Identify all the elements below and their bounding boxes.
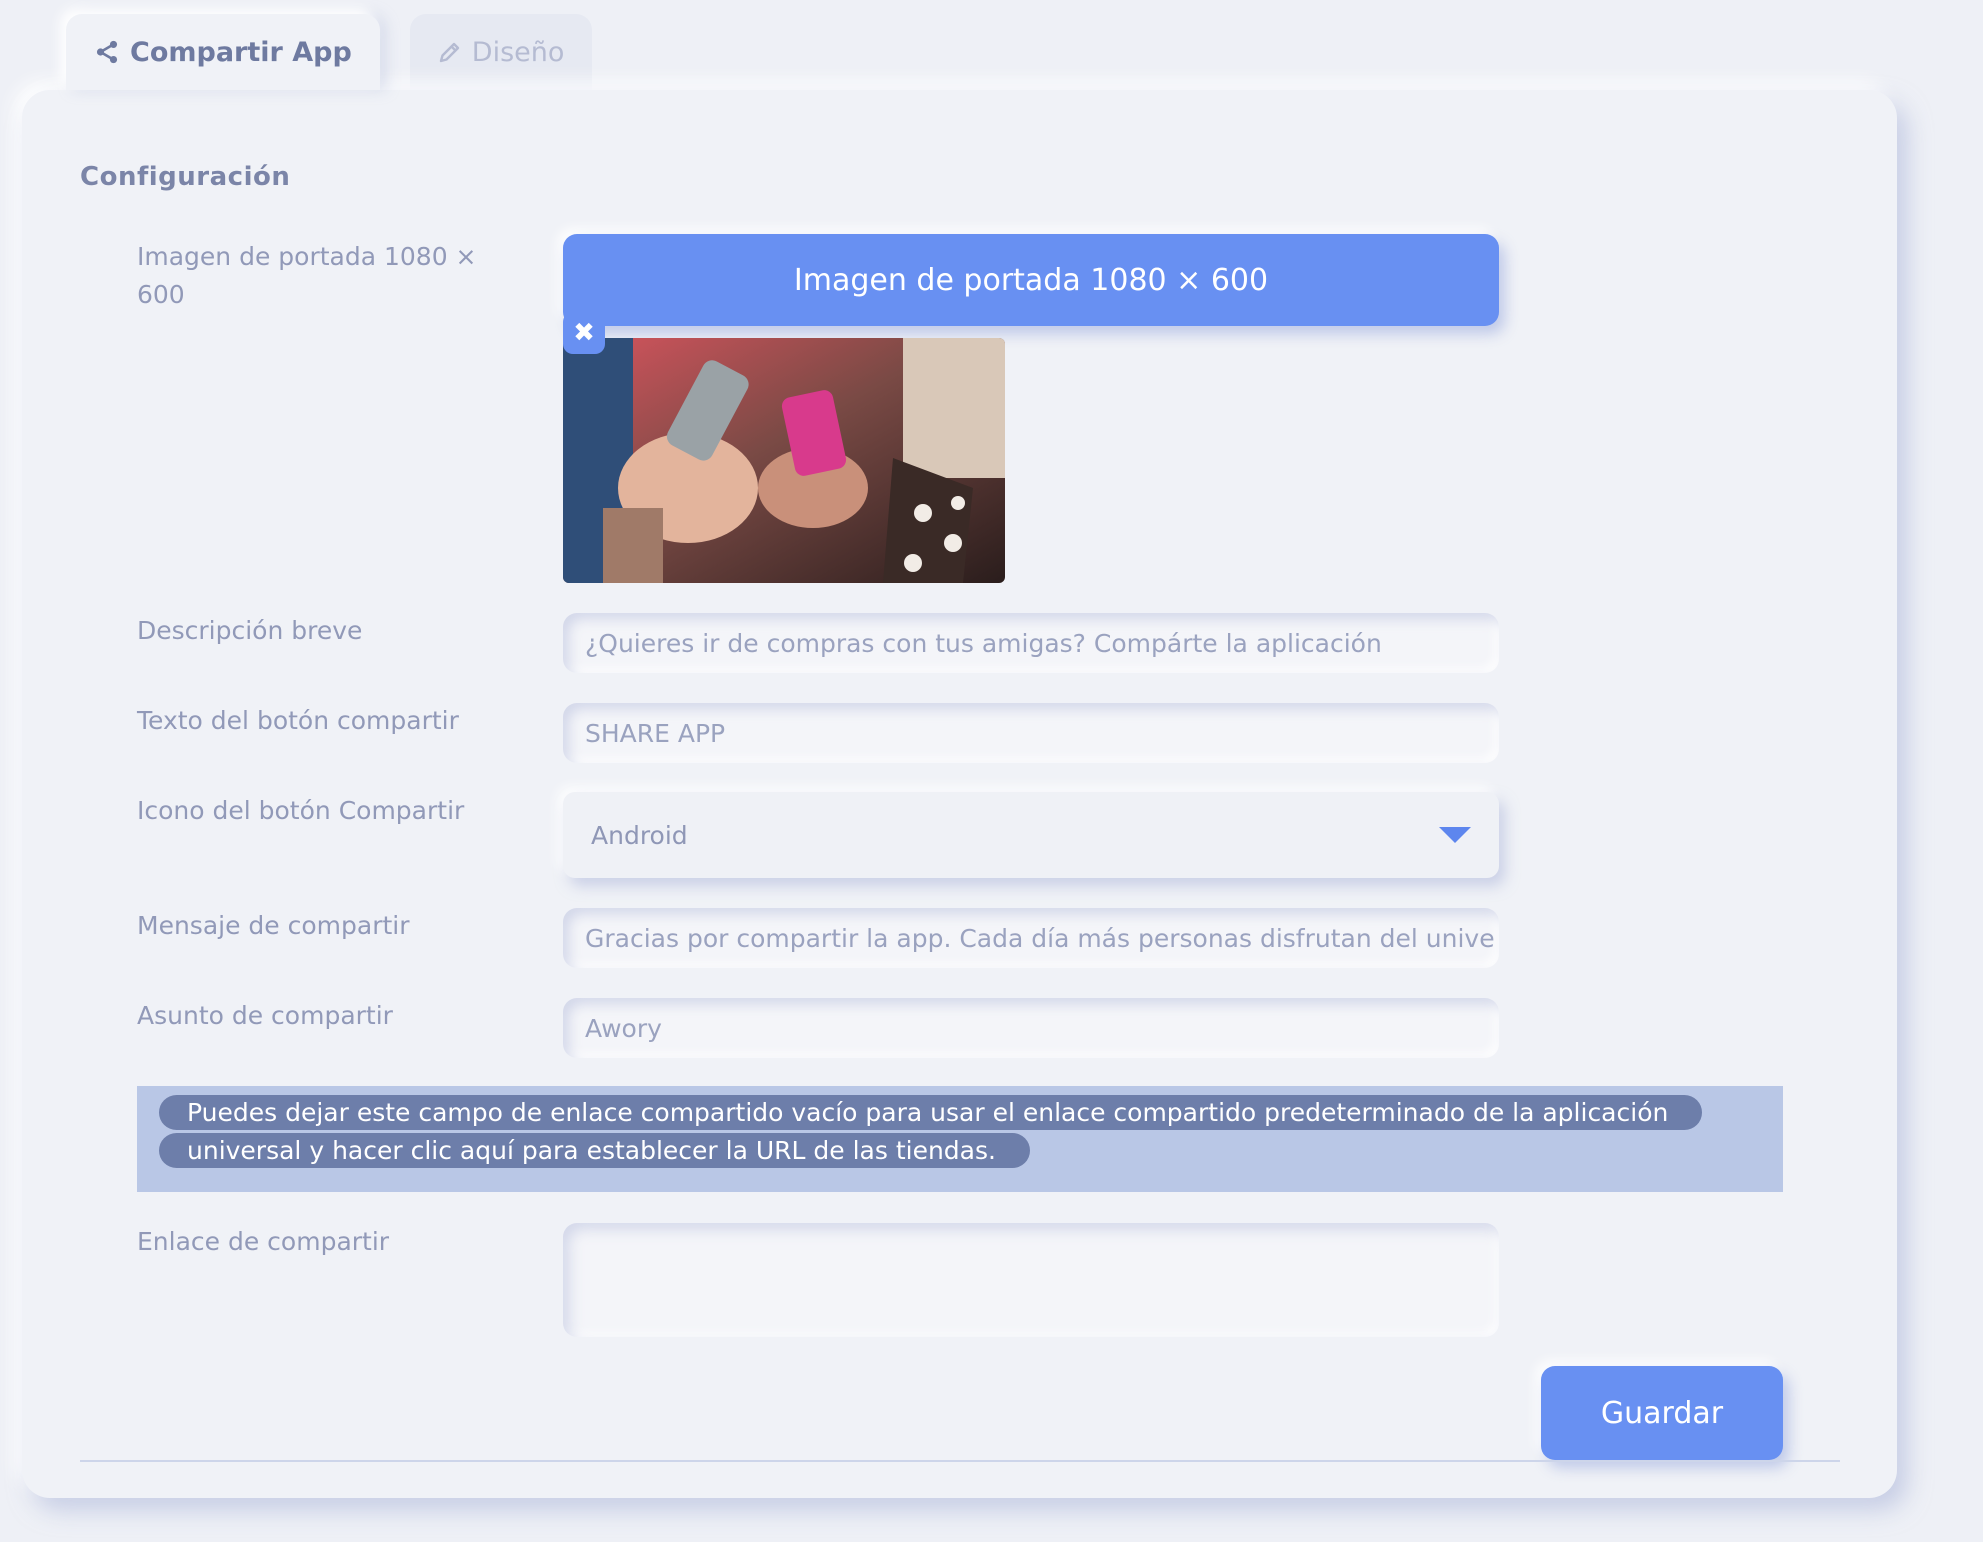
save-button[interactable]: Guardar bbox=[1541, 1366, 1783, 1460]
settings-card: Configuración Imagen de portada 1080 × 6… bbox=[22, 90, 1897, 1498]
share-subject-input[interactable]: Awory bbox=[563, 998, 1499, 1058]
upload-cover-button-label: Imagen de portada 1080 × 600 bbox=[793, 262, 1269, 298]
share-link-notice-text: Puedes dejar este campo de enlace compar… bbox=[159, 1095, 1703, 1168]
cover-image-label: Imagen de portada 1080 × 600 bbox=[137, 242, 477, 309]
share-link-notice[interactable]: Puedes dejar este campo de enlace compar… bbox=[137, 1086, 1783, 1192]
tab-share-app[interactable]: Compartir App bbox=[66, 14, 380, 90]
share-link-label: Enlace de compartir bbox=[137, 1227, 390, 1256]
chevron-down-icon bbox=[1439, 827, 1471, 843]
save-button-label: Guardar bbox=[1600, 1395, 1724, 1431]
close-icon: ✖ bbox=[573, 318, 595, 348]
tab-design-label: Diseño bbox=[471, 36, 565, 68]
share-button-icon-select[interactable]: Android bbox=[563, 792, 1499, 878]
short-description-label: Descripción breve bbox=[137, 616, 363, 645]
remove-image-button[interactable]: ✖ bbox=[563, 312, 605, 354]
section-title: Configuración bbox=[80, 162, 291, 192]
share-button-icon-label: Icono del botón Compartir bbox=[137, 796, 465, 825]
cover-photo bbox=[563, 338, 1005, 583]
short-description-input[interactable]: ¿Quieres ir de compras con tus amigas? C… bbox=[563, 613, 1499, 673]
share-link-input[interactable] bbox=[563, 1223, 1499, 1337]
cover-image-preview bbox=[563, 338, 1005, 583]
share-button-text-input[interactable]: SHARE APP bbox=[563, 703, 1499, 763]
share-icon bbox=[96, 40, 118, 64]
share-message-input[interactable]: Gracias por compartir la app. Cada día m… bbox=[563, 908, 1499, 968]
share-subject-label: Asunto de compartir bbox=[137, 1001, 393, 1030]
pencil-icon bbox=[439, 42, 459, 63]
share-message-label: Mensaje de compartir bbox=[137, 911, 410, 940]
divider bbox=[80, 1460, 1840, 1462]
share-button-text-label: Texto del botón compartir bbox=[137, 706, 459, 735]
tab-bar: Compartir App Diseño bbox=[66, 14, 593, 90]
tab-share-app-label: Compartir App bbox=[130, 36, 352, 68]
upload-cover-button[interactable]: Imagen de portada 1080 × 600 bbox=[563, 234, 1499, 326]
tab-design[interactable]: Diseño bbox=[409, 14, 593, 90]
share-button-icon-value: Android bbox=[591, 820, 688, 850]
